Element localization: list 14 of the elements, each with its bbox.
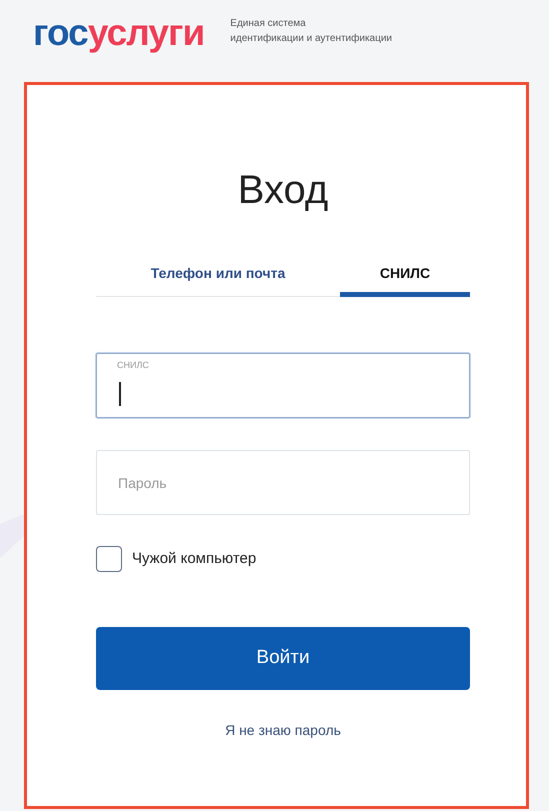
forgot-password-link[interactable]: Я не знаю пароль [225, 720, 341, 741]
tab[interactable]: СНИЛС [340, 255, 470, 297]
input-field[interactable] [96, 353, 470, 418]
checkbox-label: Чужой компьютер [132, 548, 256, 569]
field-label: СНИЛС [117, 359, 149, 372]
tab[interactable]: Телефон или почта [96, 255, 340, 297]
tagline-text: Единая система [230, 17, 307, 31]
pointer-arrow [0, 514, 24, 558]
checkbox[interactable] [96, 546, 122, 572]
text-cursor [119, 382, 121, 406]
logo[interactable]: госуслуги [33, 14, 204, 51]
page-title: Вход [238, 170, 328, 210]
login-button[interactable]: Войти [96, 627, 470, 690]
tagline-text: идентификации и аутентификации [230, 32, 392, 46]
